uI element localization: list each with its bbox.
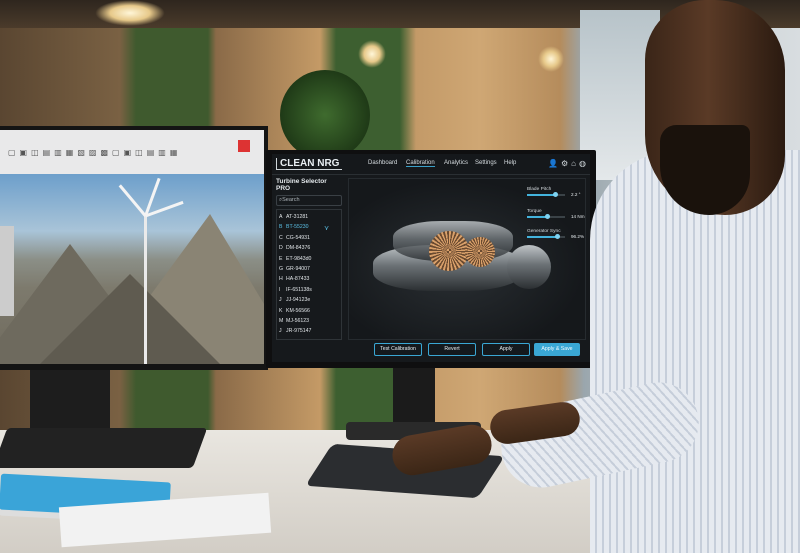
slider-handle[interactable] xyxy=(553,192,558,197)
list-item-id: BT-55230 xyxy=(286,224,309,231)
nav-settings[interactable]: Settings xyxy=(475,160,497,166)
office-scene: ▢▣◫▤▥▦▧▨▩▢▣◫▤▥▦ CLEAN NRG Dashboard Cali… xyxy=(0,0,800,553)
search-placeholder: Search xyxy=(282,197,300,203)
control-slider[interactable]: 96.2% xyxy=(527,234,587,240)
wind-turbine-icon xyxy=(144,216,147,364)
list-item-letter: I xyxy=(279,286,281,293)
close-icon[interactable] xyxy=(238,140,250,152)
list-item-letter: H xyxy=(279,276,283,283)
list-item-id: AT-31281 xyxy=(286,214,309,220)
ceiling-lamp xyxy=(358,40,386,68)
list-item-id: DM-84376 xyxy=(286,245,311,252)
list-item-id: JR-975147 xyxy=(286,328,312,335)
apply-save-button[interactable]: Apply & Save xyxy=(534,343,580,356)
turbine-list-item[interactable]: M MJ-56123 xyxy=(279,316,339,326)
wind-turbine-icon: ⋎ xyxy=(324,225,330,232)
turbine-list-item[interactable]: B BT-55230 xyxy=(279,222,339,232)
turbine-list-item[interactable]: E ET-9843d0 xyxy=(279,254,339,264)
app-logo[interactable]: CLEAN NRG xyxy=(276,158,343,170)
nav-analytics[interactable]: Analytics xyxy=(444,160,468,166)
turbine-list-item[interactable]: A AT-31281 xyxy=(279,212,339,222)
header-icons: 👤 ⚙ ⌂ ◍ xyxy=(545,159,586,168)
center-monitor: CLEAN NRG Dashboard Calibration Analytic… xyxy=(266,150,596,368)
control-slider[interactable]: 2.2 ° xyxy=(527,192,587,198)
control-1: Torque 14 Nm xyxy=(527,209,587,220)
user-icon[interactable]: 👤 xyxy=(548,159,558,168)
list-item-id: JJ-94123e xyxy=(286,297,311,304)
list-item-id: MJ-56123 xyxy=(286,318,310,325)
ceiling-lamp xyxy=(538,46,564,72)
search-input[interactable]: ⌕Search xyxy=(276,195,342,206)
list-item-letter: G xyxy=(279,266,284,273)
turbine-list-item[interactable]: I IF-651138s xyxy=(279,285,339,295)
turbine-list-item[interactable]: J JJ-94123e xyxy=(279,295,339,305)
list-item-letter: E xyxy=(279,255,283,262)
control-value: 2.2 ° xyxy=(571,192,581,197)
list-item-letter: A xyxy=(279,214,283,220)
turbine-list-item[interactable]: G GR-94007 xyxy=(279,264,339,274)
turbine-list-item[interactable]: H HA-87433 xyxy=(279,274,339,284)
nav-help[interactable]: Help xyxy=(504,160,516,166)
list-item-letter: B xyxy=(279,224,283,231)
slider-fill xyxy=(527,194,556,196)
gear-icon[interactable]: ⚙ xyxy=(561,159,568,168)
turbine-list-item[interactable]: D DM-84376 xyxy=(279,243,339,253)
turbine-selector: Turbine Selector PRO ⌕Search ⋎ A AT-31281… xyxy=(276,178,342,344)
slider-handle[interactable] xyxy=(545,214,551,219)
globe-icon[interactable]: ◍ xyxy=(579,159,586,168)
monitor-stand-base xyxy=(0,428,208,468)
list-item-id: IF-651138s xyxy=(286,286,312,293)
home-icon[interactable]: ⌂ xyxy=(571,159,576,168)
list-item-id: CG-54931 xyxy=(286,234,310,241)
app-header: CLEAN NRG Dashboard Calibration Analytic… xyxy=(272,154,590,175)
control-2: Generator Sync 96.2% xyxy=(527,229,587,240)
list-item-letter: J xyxy=(279,297,282,304)
toolbar-icons: ▢▣◫▤▥▦▧▨▩▢▣◫▤▥▦ xyxy=(8,148,182,157)
left-monitor: ▢▣◫▤▥▦▧▨▩▢▣◫▤▥▦ xyxy=(0,126,268,370)
list-item-letter: M xyxy=(279,318,284,325)
list-item-id: KM-56566 xyxy=(286,307,310,314)
turbine-fan xyxy=(465,237,495,267)
terrain-3d-view[interactable] xyxy=(0,174,264,364)
turbine-list-item[interactable]: K KM-56566 xyxy=(279,306,339,316)
nav-dashboard[interactable]: Dashboard xyxy=(368,160,397,166)
nav-calibration[interactable]: Calibration xyxy=(406,160,435,167)
control-0: Blade Pitch 2.2 ° xyxy=(527,187,587,198)
slider-fill xyxy=(527,236,558,238)
cad-toolbar: ▢▣◫▤▥▦▧▨▩▢▣◫▤▥▦ xyxy=(0,130,264,174)
test-calibration-button[interactable]: Test Calibration xyxy=(374,343,422,356)
monitor-stand xyxy=(393,368,435,428)
mountain xyxy=(40,274,220,364)
list-item-letter: K xyxy=(279,307,283,314)
sidebar-title: Turbine Selector PRO xyxy=(276,178,327,192)
list-item-id: GR-94007 xyxy=(286,266,310,273)
turbine-list-item[interactable]: J JR-975147 xyxy=(279,326,339,336)
turbine-fan xyxy=(429,231,469,271)
list-item-letter: C xyxy=(279,234,283,241)
monitor-stand xyxy=(30,370,110,430)
ceiling-lamp xyxy=(95,0,165,26)
office-plant xyxy=(280,70,370,160)
control-value: 96.2% xyxy=(571,234,585,239)
slider-handle[interactable] xyxy=(554,234,560,239)
list-item-id: ET-9843d0 xyxy=(286,255,312,262)
control-value: 14 Nm xyxy=(571,214,585,219)
apply-button[interactable]: Apply xyxy=(482,343,530,356)
engine-3d-viewer[interactable]: Blade Pitch 2.2 ° Torque 14 Nm Generator Syn… xyxy=(348,178,586,340)
list-item-letter: D xyxy=(279,245,283,252)
turbine-list: ⋎ A AT-31281 B BT-55230 C CG-54931 D DM-84376 E E… xyxy=(276,209,342,340)
calibration-screen: CLEAN NRG Dashboard Calibration Analytic… xyxy=(272,154,590,362)
engine-exhaust xyxy=(507,245,551,289)
control-slider[interactable]: 14 Nm xyxy=(527,214,587,220)
turbine-blade xyxy=(118,184,147,217)
side-panel[interactable] xyxy=(0,226,14,316)
turbine-list-item[interactable]: C CG-54931 xyxy=(279,233,339,243)
revert-button[interactable]: Revert xyxy=(428,343,476,356)
list-item-id: HA-87433 xyxy=(286,276,310,283)
list-item-letter: J xyxy=(279,328,282,335)
